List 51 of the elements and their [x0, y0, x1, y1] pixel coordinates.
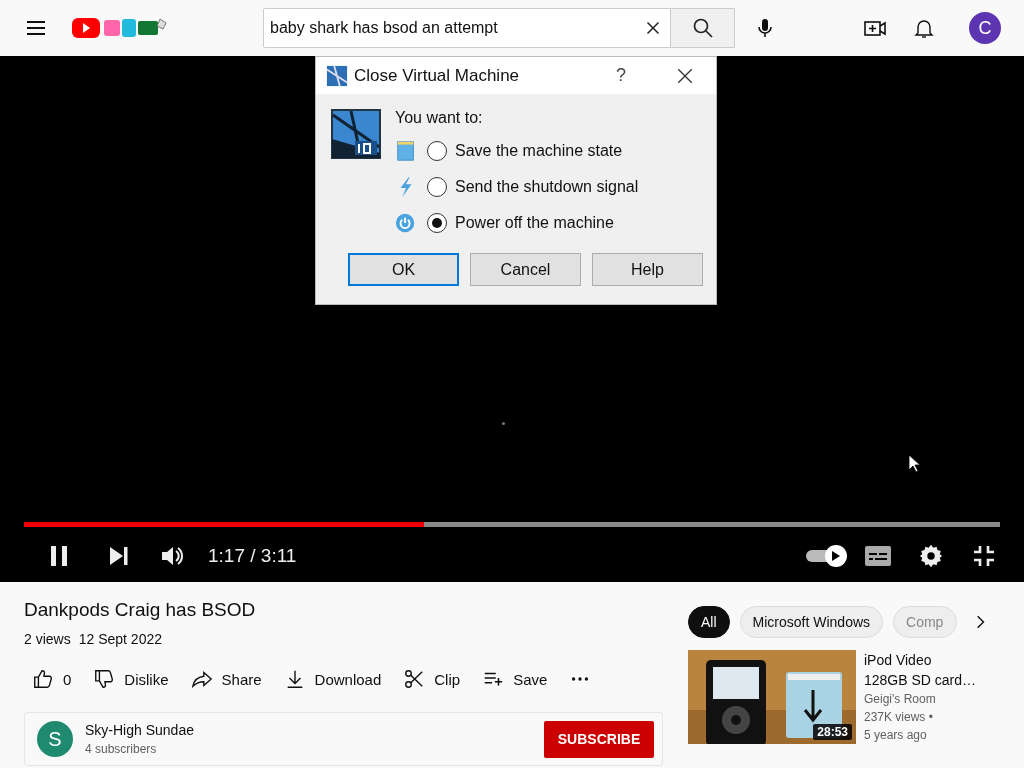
channel-name[interactable]: Sky-High Sundae	[85, 722, 194, 738]
filter-chip[interactable]: All	[688, 606, 730, 638]
dialog-button[interactable]: Help	[592, 253, 703, 286]
search-field[interactable]: baby shark has bsod an attempt	[263, 8, 671, 48]
filter-chip[interactable]: Microsoft Windows	[739, 606, 884, 638]
radio-button[interactable]	[427, 213, 447, 233]
dialog-button[interactable]: OK	[348, 253, 459, 286]
dot	[502, 422, 505, 425]
cursor-icon	[908, 454, 920, 473]
dislike-button[interactable]: Dislike	[85, 661, 177, 697]
dialog-title: Close Virtual Machine	[354, 65, 520, 86]
save-button[interactable]: Save	[474, 661, 556, 697]
download-button[interactable]: Download	[275, 661, 390, 697]
channel-avatar[interactable]: S	[37, 721, 73, 757]
subscribe-button[interactable]: SUBSCRIBE	[544, 720, 654, 758]
exit-fullscreen-icon[interactable]	[972, 544, 996, 568]
dialog-prompt: You want to:	[395, 109, 484, 128]
upload-age: 5 years ago	[864, 727, 928, 744]
subscriber-count: 4 subscribers	[85, 742, 158, 756]
channel-name[interactable]: Geigi's Room	[864, 690, 977, 708]
power-icon	[395, 211, 417, 235]
thumbs-up-icon	[32, 668, 54, 690]
like-button[interactable]: 0	[24, 661, 80, 697]
share-button[interactable]: Share	[182, 661, 270, 697]
help-button[interactable]: ?	[616, 65, 626, 86]
settings-icon[interactable]	[918, 543, 944, 569]
search-button[interactable]	[671, 8, 735, 48]
thumbs-down-icon	[93, 668, 116, 690]
avatar[interactable]: C	[969, 12, 1001, 44]
clip-button[interactable]: Clip	[395, 661, 469, 697]
autoplay-toggle[interactable]	[804, 544, 850, 568]
upload-date: 12 Sept 2022	[78, 631, 162, 647]
option-label: Send the shutdown signal	[455, 178, 639, 196]
option-label: Save the machine state	[455, 142, 623, 160]
sd-card-icon	[395, 139, 417, 163]
time-display: 1:17 / 3:11	[208, 545, 297, 567]
view-count: 237K views •	[864, 709, 934, 726]
option-label: Power off the machine	[455, 214, 614, 232]
radio-button[interactable]	[427, 177, 447, 197]
duration-badge: 28:53	[813, 724, 852, 740]
video-title: Dankpods Craig has BSOD	[24, 599, 257, 621]
close-icon[interactable]	[676, 66, 694, 85]
video-title[interactable]: iPod Video	[864, 650, 977, 670]
subtitles-icon[interactable]	[864, 545, 892, 567]
radio-button[interactable]	[427, 141, 447, 161]
virtualbox-icon	[331, 109, 381, 159]
view-count: 2 views	[24, 631, 71, 647]
share-arrow-icon	[190, 668, 213, 690]
virtualbox-icon	[326, 64, 348, 87]
dialog-button[interactable]: Cancel	[470, 253, 581, 286]
video-title[interactable]: 128GB SD card…	[864, 670, 977, 690]
